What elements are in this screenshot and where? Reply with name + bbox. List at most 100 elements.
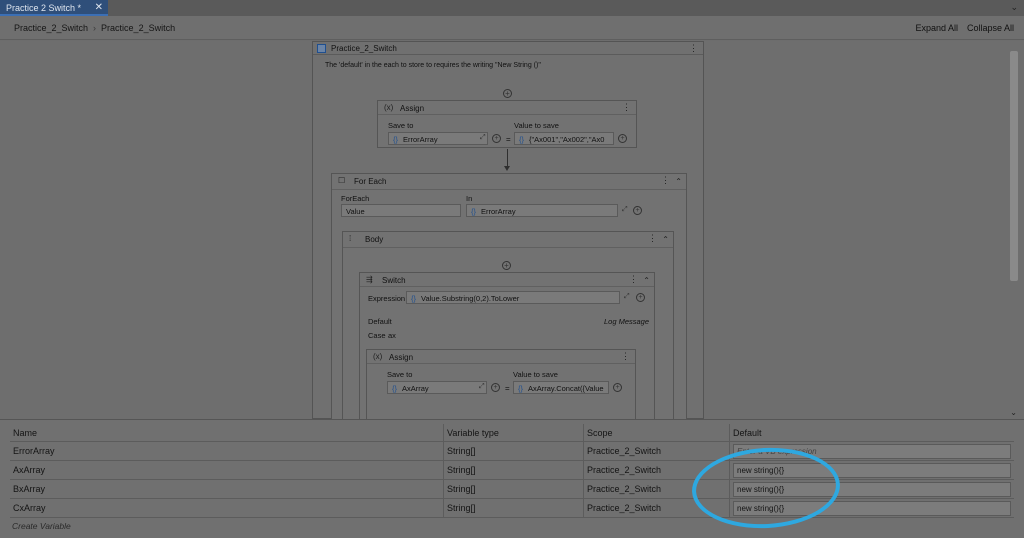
flow-connector <box>507 149 508 167</box>
add-icon[interactable]: + <box>633 206 642 215</box>
variable-scope[interactable]: Practice_2_Switch <box>584 499 730 517</box>
create-variable-link[interactable]: Create Variable <box>12 521 71 531</box>
tab-practice-2-switch[interactable]: Practice 2 Switch * ✕ <box>0 0 108 16</box>
chevron-down-icon[interactable]: ⌄ <box>1010 2 1018 13</box>
expand-all-button[interactable]: Expand All <box>915 23 958 33</box>
body-activity[interactable]: ⁞ Body ⋮ ⌃ + ⇶ Switch ⋮ ⌃ Expression {} V… <box>342 231 674 419</box>
chevron-down-icon[interactable]: ⌄ <box>1010 408 1017 417</box>
variable-default-field[interactable]: Enter a VB expression <box>733 444 1011 459</box>
annotation-text: The 'default' in the each to store to re… <box>325 62 541 69</box>
variable-default-field[interactable]: new string(){} <box>733 482 1011 497</box>
table-row[interactable]: BxArray String[] Practice_2_Switch new s… <box>10 480 1014 499</box>
variable-default-field[interactable]: new string(){} <box>733 463 1011 478</box>
table-row[interactable]: CxArray String[] Practice_2_Switch new s… <box>10 499 1014 518</box>
column-header-name[interactable]: Name <box>10 424 444 441</box>
variable-name[interactable]: CxArray <box>10 499 444 517</box>
collapse-all-button[interactable]: Collapse All <box>967 23 1014 33</box>
save-to-label: Save to <box>388 121 414 130</box>
variable-name[interactable]: ErrorArray <box>10 442 444 460</box>
variable-default-cell: new string(){} <box>730 480 1014 498</box>
value-to-save-label: Value to save <box>513 370 558 379</box>
variable-default-cell: new string(){} <box>730 499 1014 517</box>
tab-title: Practice 2 Switch * <box>6 3 82 13</box>
value-to-save-label: Value to save <box>514 121 559 130</box>
table-row[interactable]: AxArray String[] Practice_2_Switch new s… <box>10 461 1014 480</box>
assign-header: (x) Assign ⋮ <box>378 101 636 115</box>
sequence-title: Practice_2_Switch <box>331 44 397 53</box>
variable-name[interactable]: AxArray <box>10 461 444 479</box>
close-icon[interactable]: ✕ <box>95 2 103 13</box>
variable-default-cell: Enter a VB expression <box>730 442 1014 460</box>
collapse-icon[interactable]: ⌃ <box>643 276 650 285</box>
add-icon[interactable]: + <box>618 134 627 143</box>
more-options-icon[interactable]: ⋮ <box>622 102 631 113</box>
assign-title: Assign <box>389 353 414 362</box>
add-icon[interactable]: + <box>613 383 622 392</box>
column-header-type[interactable]: Variable type <box>444 424 584 441</box>
more-options-icon[interactable]: ⋮ <box>621 351 630 362</box>
add-icon[interactable]: + <box>636 293 645 302</box>
variable-scope[interactable]: Practice_2_Switch <box>584 461 730 479</box>
log-message-link[interactable]: Log Message <box>604 317 649 326</box>
save-to-field[interactable]: {} ErrorArray <box>388 132 488 145</box>
table-row[interactable]: ErrorArray String[] Practice_2_Switch En… <box>10 442 1014 461</box>
save-to-field[interactable]: {} AxArray <box>387 381 487 394</box>
in-field[interactable]: {} ErrorArray <box>466 204 618 217</box>
value-to-save-field[interactable]: {} AxArray.Concat({Value <box>513 381 609 394</box>
value-to-save-field[interactable]: {} {"Ax001","Ax002","Ax0 <box>514 132 614 145</box>
more-options-icon[interactable]: ⋮ <box>689 43 698 54</box>
vertical-scrollbar[interactable] <box>1010 51 1018 281</box>
expand-editor-icon[interactable]: ⤢ <box>479 383 485 391</box>
variable-default-cell: new string(){} <box>730 461 1014 479</box>
breadcrumb-bar: Practice_2_Switch › Practice_2_Switch Expa… <box>0 16 1024 40</box>
designer-canvas: Practice_2_Switch ⋮ The 'default' in the… <box>0 41 1024 419</box>
column-header-scope[interactable]: Scope <box>584 424 730 441</box>
default-label: Default <box>368 317 392 326</box>
variable-scope[interactable]: Practice_2_Switch <box>584 480 730 498</box>
variable-scope[interactable]: Practice_2_Switch <box>584 442 730 460</box>
variable-name[interactable]: BxArray <box>10 480 444 498</box>
variable-default-field[interactable]: new string(){} <box>733 501 1011 516</box>
sequence-header: Practice_2_Switch ⋮ <box>313 42 703 55</box>
variables-table: Name Variable type Scope Default ErrorAr… <box>10 424 1014 518</box>
breadcrumb: Practice_2_Switch › Practice_2_Switch <box>14 23 175 33</box>
foreach-item-field[interactable]: Value <box>341 204 461 217</box>
case-label: Case <box>368 331 386 340</box>
for-each-activity[interactable]: ☐ For Each ⋮ ⌃ ForEach In Value {} ErrorA… <box>331 173 687 419</box>
expand-editor-icon[interactable]: ⤢ <box>622 206 628 214</box>
more-options-icon[interactable]: ⋮ <box>648 233 657 244</box>
assign-activity[interactable]: (x) Assign ⋮ Save to Value to save {} AxA… <box>366 349 636 419</box>
add-icon[interactable]: + <box>492 134 501 143</box>
equals-sign: = <box>505 384 510 393</box>
breadcrumb-separator: › <box>93 23 97 33</box>
expression-label: Expression <box>368 294 406 303</box>
expand-editor-icon[interactable]: ⤢ <box>624 293 630 301</box>
breadcrumb-item[interactable]: Practice_2_Switch <box>14 23 88 33</box>
switch-activity[interactable]: ⇶ Switch ⋮ ⌃ Expression {} Value.Substrin… <box>359 272 655 419</box>
switch-title: Switch <box>382 276 406 285</box>
add-activity-icon[interactable]: + <box>503 89 512 98</box>
add-icon[interactable]: + <box>491 383 500 392</box>
for-each-icon: ☐ <box>338 176 346 185</box>
switch-header: ⇶ Switch ⋮ ⌃ <box>360 273 654 287</box>
case-value[interactable]: ax <box>388 331 396 340</box>
expand-editor-icon[interactable]: ⤢ <box>480 134 486 142</box>
assign-icon: (x) <box>384 103 394 112</box>
variable-type[interactable]: String[] <box>444 442 584 460</box>
sequence-activity[interactable]: Practice_2_Switch ⋮ The 'default' in the… <box>312 41 704 419</box>
more-options-icon[interactable]: ⋮ <box>661 175 670 186</box>
breadcrumb-item[interactable]: Practice_2_Switch <box>101 23 175 33</box>
expression-field[interactable]: {} Value.Substring(0,2).ToLower <box>406 291 620 304</box>
assign-activity[interactable]: (x) Assign ⋮ Save to Value to save {} Err… <box>377 100 637 148</box>
collapse-icon[interactable]: ⌃ <box>662 235 669 244</box>
variable-type[interactable]: String[] <box>444 461 584 479</box>
collapse-icon[interactable]: ⌃ <box>675 177 682 186</box>
variable-type[interactable]: String[] <box>444 499 584 517</box>
more-options-icon[interactable]: ⋮ <box>629 274 638 285</box>
column-header-default[interactable]: Default <box>730 424 1014 441</box>
in-label: In <box>466 194 473 203</box>
body-header: ⁞ Body ⋮ ⌃ <box>343 232 673 248</box>
assign-title: Assign <box>400 104 425 113</box>
variable-type[interactable]: String[] <box>444 480 584 498</box>
add-activity-icon[interactable]: + <box>502 261 511 270</box>
